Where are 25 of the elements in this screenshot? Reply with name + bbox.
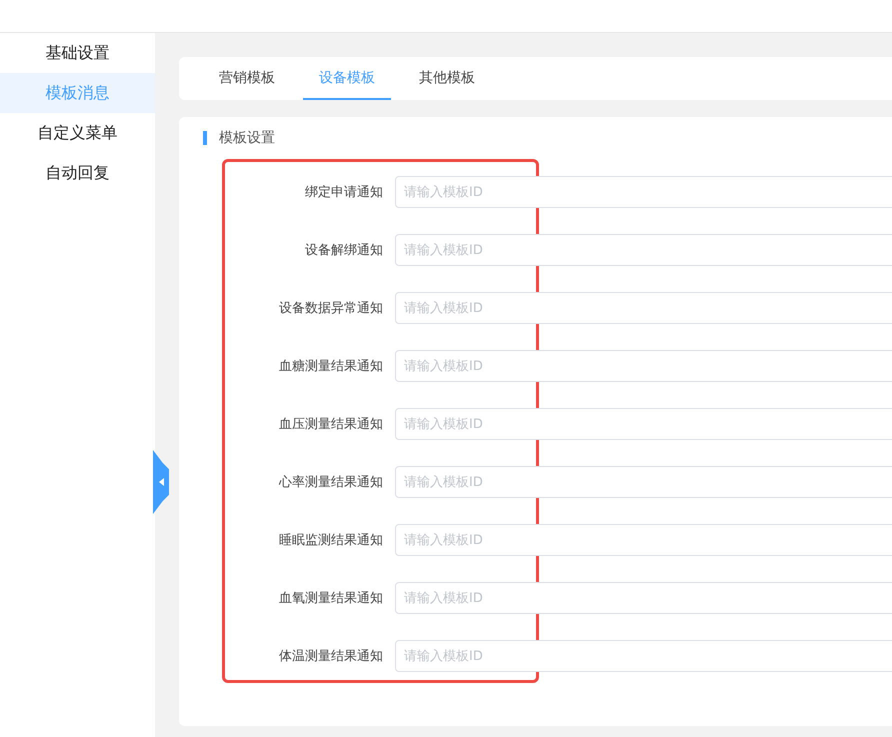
input-field[interactable]: 请输入模板ID	[395, 350, 892, 382]
section-title: 模板设置	[203, 131, 892, 145]
sidebar-item[interactable]: 基础设置	[0, 33, 155, 73]
input-field[interactable]: 请输入模板ID	[395, 466, 892, 498]
field-label: 血氧测量结果通知	[278, 590, 383, 607]
field-label: 睡眠监测结果通知	[278, 532, 383, 549]
field-label: 心率测量结果通知	[278, 474, 383, 491]
input-field[interactable]: 请输入模板ID	[395, 524, 892, 556]
field-label: 体温测量结果通知	[278, 648, 383, 665]
sidebar-item[interactable]: 自动回复	[0, 153, 155, 193]
caret-left-icon	[158, 478, 164, 486]
field-label: 设备解绑通知	[304, 242, 383, 259]
sidebar-item[interactable]: 自定义菜单	[0, 113, 155, 153]
input-field[interactable]: 请输入模板ID	[395, 176, 892, 208]
tab[interactable]: 其他模板	[403, 57, 491, 100]
field-label: 血压测量结果通知	[278, 416, 383, 433]
input-field[interactable]: 请输入模板ID	[395, 234, 892, 266]
input-field[interactable]: 请输入模板ID	[395, 408, 892, 440]
input-field[interactable]: 请输入模板ID	[395, 582, 892, 614]
tab[interactable]: 营销模板	[203, 57, 291, 100]
input-field[interactable]: 请输入模板ID	[395, 292, 892, 324]
input-field[interactable]: 请输入模板ID	[395, 640, 892, 672]
field-label: 血糖测量结果通知	[278, 358, 383, 375]
field-label: 设备数据异常通知	[278, 300, 383, 317]
field-label: 绑定申请通知	[304, 184, 383, 201]
